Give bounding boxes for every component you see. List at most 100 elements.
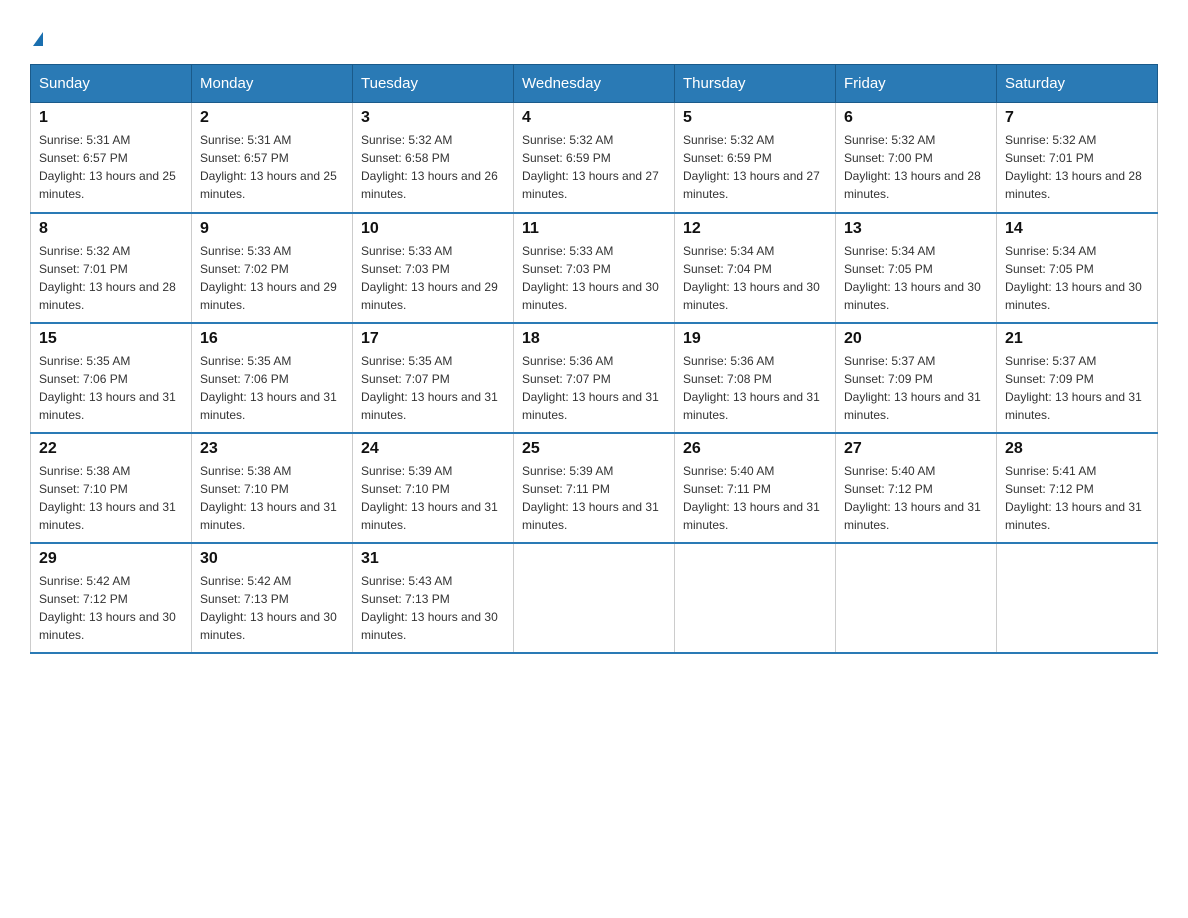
day-info: Sunrise: 5:35 AMSunset: 7:06 PMDaylight:… (39, 354, 176, 422)
day-number: 11 (522, 220, 666, 238)
calendar-cell: 26 Sunrise: 5:40 AMSunset: 7:11 PMDaylig… (675, 433, 836, 543)
day-info: Sunrise: 5:35 AMSunset: 7:07 PMDaylight:… (361, 354, 498, 422)
day-number: 27 (844, 440, 988, 458)
calendar-cell: 27 Sunrise: 5:40 AMSunset: 7:12 PMDaylig… (836, 433, 997, 543)
day-info: Sunrise: 5:32 AMSunset: 7:00 PMDaylight:… (844, 133, 981, 201)
day-number: 31 (361, 550, 505, 568)
calendar-week-row: 15 Sunrise: 5:35 AMSunset: 7:06 PMDaylig… (31, 323, 1158, 433)
day-number: 19 (683, 330, 827, 348)
calendar-header-row: SundayMondayTuesdayWednesdayThursdayFrid… (31, 65, 1158, 103)
day-number: 15 (39, 330, 183, 348)
calendar-cell: 4 Sunrise: 5:32 AMSunset: 6:59 PMDayligh… (514, 103, 675, 213)
day-number: 2 (200, 109, 344, 127)
calendar-cell: 8 Sunrise: 5:32 AMSunset: 7:01 PMDayligh… (31, 213, 192, 323)
day-number: 18 (522, 330, 666, 348)
day-info: Sunrise: 5:38 AMSunset: 7:10 PMDaylight:… (39, 464, 176, 532)
logo (30, 30, 43, 44)
calendar-cell: 13 Sunrise: 5:34 AMSunset: 7:05 PMDaylig… (836, 213, 997, 323)
calendar-cell: 21 Sunrise: 5:37 AMSunset: 7:09 PMDaylig… (997, 323, 1158, 433)
day-number: 24 (361, 440, 505, 458)
day-number: 3 (361, 109, 505, 127)
column-header-monday: Monday (192, 65, 353, 103)
day-info: Sunrise: 5:31 AMSunset: 6:57 PMDaylight:… (39, 133, 176, 201)
calendar-cell: 19 Sunrise: 5:36 AMSunset: 7:08 PMDaylig… (675, 323, 836, 433)
day-info: Sunrise: 5:37 AMSunset: 7:09 PMDaylight:… (1005, 354, 1142, 422)
calendar-cell: 22 Sunrise: 5:38 AMSunset: 7:10 PMDaylig… (31, 433, 192, 543)
calendar-cell: 24 Sunrise: 5:39 AMSunset: 7:10 PMDaylig… (353, 433, 514, 543)
calendar-cell: 2 Sunrise: 5:31 AMSunset: 6:57 PMDayligh… (192, 103, 353, 213)
day-info: Sunrise: 5:36 AMSunset: 7:07 PMDaylight:… (522, 354, 659, 422)
day-info: Sunrise: 5:39 AMSunset: 7:10 PMDaylight:… (361, 464, 498, 532)
day-number: 9 (200, 220, 344, 238)
column-header-saturday: Saturday (997, 65, 1158, 103)
day-info: Sunrise: 5:31 AMSunset: 6:57 PMDaylight:… (200, 133, 337, 201)
day-info: Sunrise: 5:42 AMSunset: 7:13 PMDaylight:… (200, 574, 337, 642)
calendar-cell: 15 Sunrise: 5:35 AMSunset: 7:06 PMDaylig… (31, 323, 192, 433)
calendar-cell: 12 Sunrise: 5:34 AMSunset: 7:04 PMDaylig… (675, 213, 836, 323)
logo-triangle-icon (33, 32, 43, 46)
day-number: 12 (683, 220, 827, 238)
calendar-cell: 3 Sunrise: 5:32 AMSunset: 6:58 PMDayligh… (353, 103, 514, 213)
day-number: 16 (200, 330, 344, 348)
day-info: Sunrise: 5:38 AMSunset: 7:10 PMDaylight:… (200, 464, 337, 532)
calendar-cell: 6 Sunrise: 5:32 AMSunset: 7:00 PMDayligh… (836, 103, 997, 213)
column-header-thursday: Thursday (675, 65, 836, 103)
calendar-cell: 25 Sunrise: 5:39 AMSunset: 7:11 PMDaylig… (514, 433, 675, 543)
column-header-friday: Friday (836, 65, 997, 103)
day-number: 1 (39, 109, 183, 127)
calendar-cell (997, 543, 1158, 653)
calendar-cell: 16 Sunrise: 5:35 AMSunset: 7:06 PMDaylig… (192, 323, 353, 433)
calendar-cell: 17 Sunrise: 5:35 AMSunset: 7:07 PMDaylig… (353, 323, 514, 433)
column-header-wednesday: Wednesday (514, 65, 675, 103)
day-number: 8 (39, 220, 183, 238)
day-number: 29 (39, 550, 183, 568)
day-info: Sunrise: 5:34 AMSunset: 7:04 PMDaylight:… (683, 244, 820, 312)
calendar-cell: 18 Sunrise: 5:36 AMSunset: 7:07 PMDaylig… (514, 323, 675, 433)
day-info: Sunrise: 5:32 AMSunset: 6:59 PMDaylight:… (683, 133, 820, 201)
day-info: Sunrise: 5:33 AMSunset: 7:02 PMDaylight:… (200, 244, 337, 312)
calendar-cell: 20 Sunrise: 5:37 AMSunset: 7:09 PMDaylig… (836, 323, 997, 433)
day-number: 4 (522, 109, 666, 127)
calendar-cell: 1 Sunrise: 5:31 AMSunset: 6:57 PMDayligh… (31, 103, 192, 213)
day-number: 25 (522, 440, 666, 458)
calendar-cell: 10 Sunrise: 5:33 AMSunset: 7:03 PMDaylig… (353, 213, 514, 323)
column-header-sunday: Sunday (31, 65, 192, 103)
day-number: 6 (844, 109, 988, 127)
calendar-cell: 31 Sunrise: 5:43 AMSunset: 7:13 PMDaylig… (353, 543, 514, 653)
day-info: Sunrise: 5:32 AMSunset: 7:01 PMDaylight:… (39, 244, 176, 312)
calendar-cell: 9 Sunrise: 5:33 AMSunset: 7:02 PMDayligh… (192, 213, 353, 323)
calendar-cell: 11 Sunrise: 5:33 AMSunset: 7:03 PMDaylig… (514, 213, 675, 323)
calendar-week-row: 1 Sunrise: 5:31 AMSunset: 6:57 PMDayligh… (31, 103, 1158, 213)
day-info: Sunrise: 5:34 AMSunset: 7:05 PMDaylight:… (1005, 244, 1142, 312)
calendar-cell (836, 543, 997, 653)
day-info: Sunrise: 5:32 AMSunset: 7:01 PMDaylight:… (1005, 133, 1142, 201)
day-info: Sunrise: 5:35 AMSunset: 7:06 PMDaylight:… (200, 354, 337, 422)
day-info: Sunrise: 5:34 AMSunset: 7:05 PMDaylight:… (844, 244, 981, 312)
day-info: Sunrise: 5:36 AMSunset: 7:08 PMDaylight:… (683, 354, 820, 422)
calendar-cell: 14 Sunrise: 5:34 AMSunset: 7:05 PMDaylig… (997, 213, 1158, 323)
day-number: 20 (844, 330, 988, 348)
day-number: 30 (200, 550, 344, 568)
day-number: 23 (200, 440, 344, 458)
day-info: Sunrise: 5:32 AMSunset: 6:58 PMDaylight:… (361, 133, 498, 201)
day-info: Sunrise: 5:32 AMSunset: 6:59 PMDaylight:… (522, 133, 659, 201)
day-number: 22 (39, 440, 183, 458)
day-number: 17 (361, 330, 505, 348)
page-header (30, 30, 1158, 44)
day-info: Sunrise: 5:41 AMSunset: 7:12 PMDaylight:… (1005, 464, 1142, 532)
day-info: Sunrise: 5:40 AMSunset: 7:12 PMDaylight:… (844, 464, 981, 532)
column-header-tuesday: Tuesday (353, 65, 514, 103)
calendar-week-row: 22 Sunrise: 5:38 AMSunset: 7:10 PMDaylig… (31, 433, 1158, 543)
day-info: Sunrise: 5:33 AMSunset: 7:03 PMDaylight:… (522, 244, 659, 312)
day-number: 14 (1005, 220, 1149, 238)
day-number: 21 (1005, 330, 1149, 348)
calendar-cell: 28 Sunrise: 5:41 AMSunset: 7:12 PMDaylig… (997, 433, 1158, 543)
day-info: Sunrise: 5:39 AMSunset: 7:11 PMDaylight:… (522, 464, 659, 532)
day-info: Sunrise: 5:42 AMSunset: 7:12 PMDaylight:… (39, 574, 176, 642)
calendar-cell: 29 Sunrise: 5:42 AMSunset: 7:12 PMDaylig… (31, 543, 192, 653)
day-info: Sunrise: 5:33 AMSunset: 7:03 PMDaylight:… (361, 244, 498, 312)
day-info: Sunrise: 5:40 AMSunset: 7:11 PMDaylight:… (683, 464, 820, 532)
calendar-cell: 30 Sunrise: 5:42 AMSunset: 7:13 PMDaylig… (192, 543, 353, 653)
calendar-cell (514, 543, 675, 653)
day-number: 26 (683, 440, 827, 458)
